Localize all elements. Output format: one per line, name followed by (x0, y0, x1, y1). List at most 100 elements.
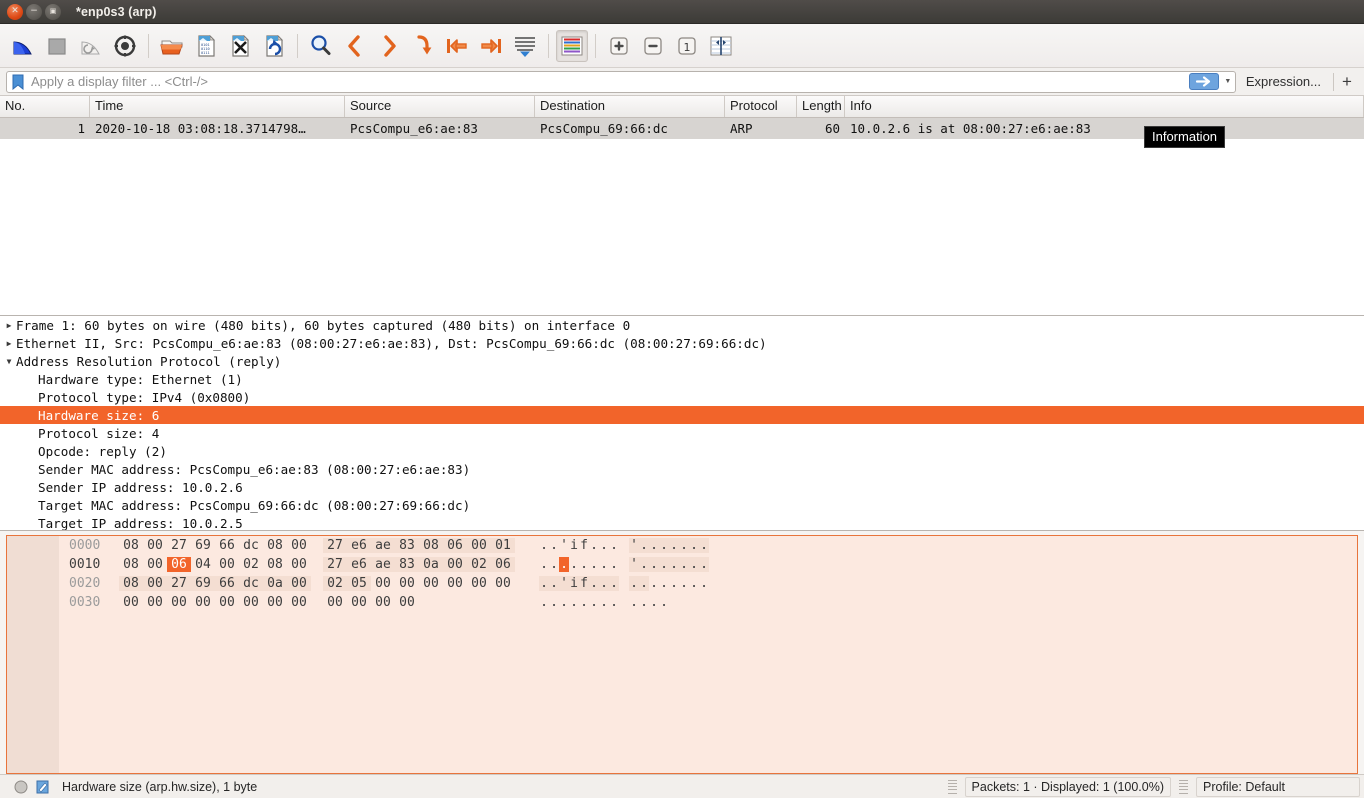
hex-ascii-char[interactable]: . (549, 576, 559, 591)
hex-byte[interactable]: ae (371, 538, 395, 553)
hex-ascii-char[interactable]: . (649, 576, 659, 591)
hex-byte[interactable]: 00 (395, 595, 419, 610)
find-packet-button[interactable] (305, 30, 337, 62)
hex-ascii-char[interactable]: . (609, 576, 619, 591)
hex-ascii-char[interactable]: . (659, 538, 669, 553)
hex-byte[interactable]: 00 (371, 595, 395, 610)
hex-byte[interactable]: 00 (215, 557, 239, 572)
close-file-button[interactable] (224, 30, 256, 62)
hex-byte[interactable]: 00 (323, 595, 347, 610)
hex-byte[interactable]: 66 (215, 538, 239, 553)
hex-byte[interactable]: 27 (323, 557, 347, 572)
hex-ascii-char[interactable]: . (649, 595, 659, 610)
hex-ascii-char[interactable]: . (589, 595, 599, 610)
hex-byte[interactable]: 69 (191, 576, 215, 591)
hex-ascii-char[interactable]: . (669, 538, 679, 553)
detail-tree-item[interactable]: ▼ Address Resolution Protocol (reply) (0, 352, 1364, 370)
column-header-no[interactable]: No. (0, 96, 90, 117)
hex-ascii-char[interactable]: . (589, 538, 599, 553)
detail-tree-item[interactable]: Target IP address: 10.0.2.5 (0, 514, 1364, 531)
hex-ascii-char[interactable]: . (539, 538, 549, 553)
hex-ascii-char[interactable]: i (569, 576, 579, 591)
hex-byte[interactable]: 08 (119, 557, 143, 572)
hex-ascii-char[interactable]: . (549, 557, 559, 572)
hex-byte[interactable]: ae (371, 557, 395, 572)
detail-tree-item[interactable]: ▶ Ethernet II, Src: PcsCompu_e6:ae:83 (08… (0, 334, 1364, 352)
apply-filter-button[interactable] (1187, 72, 1221, 92)
packet-bytes-pane[interactable]: 0000 08 00 27 69 66 dc 08 00 27 e6 ae 83 08 06 00 01.. ' i… (6, 535, 1358, 774)
status-profile[interactable]: Profile: Default (1196, 776, 1360, 797)
hex-byte[interactable]: 00 (143, 557, 167, 572)
hex-ascii-char[interactable]: i (569, 538, 579, 553)
hex-ascii-char[interactable]: . (609, 595, 619, 610)
zoom-reset-button[interactable]: 1 (671, 30, 703, 62)
packet-list-pane[interactable]: No. Time Source Destination Protocol Length In… (0, 96, 1364, 316)
hex-byte[interactable]: 08 (263, 557, 287, 572)
hex-ascii-char[interactable]: . (599, 557, 609, 572)
maximize-button[interactable]: ▣ (45, 3, 61, 20)
hex-ascii-char[interactable]: . (539, 595, 549, 610)
hex-byte[interactable]: 00 (215, 595, 239, 610)
hex-ascii-char[interactable]: . (599, 576, 609, 591)
filter-dropdown-button[interactable]: ▼ (1221, 72, 1235, 92)
detail-tree-item[interactable]: Opcode: reply (2) (0, 442, 1364, 460)
filter-expression-button[interactable]: Expression... (1236, 74, 1331, 89)
hex-ascii-char[interactable]: . (659, 557, 669, 572)
column-header-time[interactable]: Time (90, 96, 345, 117)
hex-ascii-char[interactable]: f (579, 576, 589, 591)
go-first-packet-button[interactable] (441, 30, 473, 62)
hex-ascii-char[interactable]: . (669, 557, 679, 572)
hex-byte[interactable]: 00 (167, 595, 191, 610)
hex-byte[interactable]: 00 (287, 538, 311, 553)
hex-byte[interactable]: 00 (287, 576, 311, 591)
column-header-length[interactable]: Length (797, 96, 845, 117)
hex-ascii-char[interactable]: . (699, 576, 709, 591)
minimize-button[interactable]: − (26, 3, 42, 20)
hex-byte[interactable]: dc (239, 538, 263, 553)
open-file-button[interactable] (156, 30, 188, 62)
hex-byte[interactable]: 00 (347, 595, 371, 610)
hex-ascii-char[interactable]: . (649, 557, 659, 572)
hex-byte[interactable]: 27 (323, 538, 347, 553)
hex-ascii-char[interactable]: . (639, 557, 649, 572)
hex-byte[interactable]: e6 (347, 538, 371, 553)
colorize-packets-button[interactable] (556, 29, 588, 62)
hex-ascii-char[interactable]: . (589, 557, 599, 572)
hex-ascii-char[interactable]: . (679, 576, 689, 591)
status-grip-right[interactable] (1179, 779, 1188, 794)
detail-tree-item[interactable]: Protocol type: IPv4 (0x0800) (0, 388, 1364, 406)
hex-ascii-char[interactable]: . (599, 538, 609, 553)
hex-ascii-char[interactable]: ' (559, 538, 569, 553)
hex-byte[interactable]: 69 (191, 538, 215, 553)
hex-byte[interactable]: 00 (239, 595, 263, 610)
hex-byte[interactable]: 83 (395, 557, 419, 572)
hex-ascii-char[interactable]: . (679, 557, 689, 572)
hex-byte[interactable]: 01 (491, 538, 515, 553)
detail-tree-item[interactable]: ▶ Frame 1: 60 bytes on wire (480 bits), 6… (0, 316, 1364, 334)
hex-ascii-char[interactable]: . (559, 557, 569, 572)
hex-byte[interactable]: 08 (119, 576, 143, 591)
hex-byte[interactable]: 83 (395, 538, 419, 553)
hex-byte[interactable]: 00 (467, 538, 491, 553)
column-header-source[interactable]: Source (345, 96, 535, 117)
hex-ascii-char[interactable]: . (609, 538, 619, 553)
packet-details-pane[interactable]: ▶ Frame 1: 60 bytes on wire (480 bits), 6… (0, 316, 1364, 531)
stop-capture-button[interactable] (41, 30, 73, 62)
hex-ascii-char[interactable]: . (579, 595, 589, 610)
auto-scroll-button[interactable] (509, 30, 541, 62)
hex-byte[interactable]: 06 (443, 538, 467, 553)
column-header-info[interactable]: Info (845, 96, 1364, 117)
hex-byte[interactable]: 06 (491, 557, 515, 572)
hex-byte[interactable]: 08 (263, 538, 287, 553)
zoom-out-button[interactable] (637, 30, 669, 62)
hex-ascii-char[interactable]: . (539, 576, 549, 591)
capture-comment-button[interactable] (34, 780, 52, 794)
detail-tree-item[interactable]: Sender IP address: 10.0.2.6 (0, 478, 1364, 496)
start-capture-button[interactable] (7, 30, 39, 62)
detail-tree-item[interactable]: Sender MAC address: PcsCompu_e6:ae:83 (0… (0, 460, 1364, 478)
reload-file-button[interactable] (258, 30, 290, 62)
display-filter-field[interactable]: ▼ (6, 70, 1236, 93)
hex-byte[interactable]: 00 (191, 595, 215, 610)
hex-row[interactable]: 0030 00 00 00 00 00 00 00 00 00 00 00 00............ (59, 593, 1357, 612)
chevron-right-icon[interactable]: ▶ (2, 339, 16, 348)
